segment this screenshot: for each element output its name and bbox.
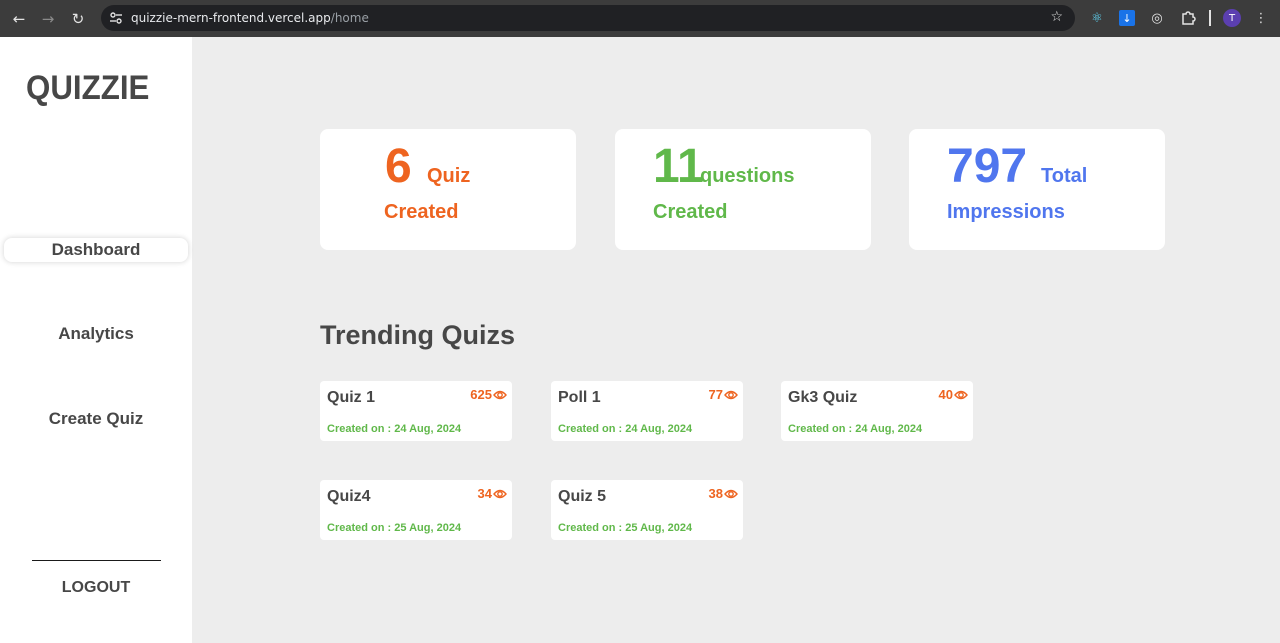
view-count: 38 [708,486,723,501]
app-logo: QUIZZIE [26,69,150,107]
browser-toolbar: ← → ↻ quizzie-mern-frontend.vercel.app/h… [0,0,1280,37]
logout-button[interactable]: LOGOUT [0,579,192,597]
eye-icon [724,489,738,498]
sidebar-item-dashboard[interactable]: Dashboard [4,238,188,262]
forward-arrow-icon[interactable]: → [39,0,57,37]
kebab-menu-icon[interactable]: ⋮ [1252,9,1270,27]
stat-number: 6 [385,140,412,193]
eye-icon [954,390,968,399]
back-arrow-icon[interactable]: ← [10,0,28,37]
quiz-name: Quiz 1 [327,389,376,406]
quiz-created-date: Created on : 24 Aug, 2024 [788,423,923,435]
profile-avatar[interactable]: T [1223,9,1241,27]
quiz-created-date: Created on : 25 Aug, 2024 [558,522,693,534]
view-count: 34 [477,486,492,501]
stat-subtitle: Created [384,201,459,223]
url-host: quizzie-mern-frontend.vercel.app [131,11,331,25]
quiz-created-date: Created on : 25 Aug, 2024 [327,522,462,534]
quiz-views: 38 [709,486,738,501]
quiz-name: Poll 1 [558,389,601,406]
trending-quizzes-heading: Trending Quizs [320,320,516,350]
stat-card-impressions: 797 Total Impressions [909,129,1165,250]
eye-icon [493,390,507,399]
sidebar: QUIZZIE Dashboard Analytics Create Quiz … [0,37,192,643]
stat-unit: Total [1041,165,1088,187]
reload-icon[interactable]: ↻ [69,0,87,37]
view-count: 40 [938,387,953,402]
stat-number: 797 [947,140,1028,193]
quiz-created-date: Created on : 24 Aug, 2024 [327,423,462,435]
trending-quiz-card[interactable]: Gk3 Quiz 40 Created on : 24 Aug, 2024 [781,381,973,441]
quiz-views: 34 [478,486,507,501]
sidebar-item-analytics[interactable]: Analytics [0,324,192,344]
react-devtools-icon[interactable]: ⚛ [1088,9,1106,27]
eye-icon [724,390,738,399]
quiz-created-date: Created on : 24 Aug, 2024 [558,423,693,435]
eye-icon [493,489,507,498]
address-bar[interactable]: quizzie-mern-frontend.vercel.app/home ☆ [101,5,1075,31]
quiz-name: Quiz 5 [558,488,607,505]
trending-quiz-card[interactable]: Quiz 5 38 Created on : 25 Aug, 2024 [551,480,743,540]
stat-unit: questions [700,165,795,187]
sidebar-item-create-quiz[interactable]: Create Quiz [0,409,192,429]
stat-subtitle: Impressions [947,201,1065,223]
download-extension-icon[interactable]: ↓ [1119,10,1135,26]
quiz-views: 40 [939,387,968,402]
quiz-views: 77 [709,387,738,402]
bookmark-star-icon[interactable]: ☆ [1050,9,1063,25]
stat-card-quizzes: 6 Quiz Created [320,129,576,250]
stat-number: 11 [653,140,704,193]
quiz-name: Gk3 Quiz [788,389,858,406]
view-count: 77 [708,387,723,402]
quiz-name: Quiz4 [327,488,371,505]
url-path: /home [330,11,369,25]
stat-card-questions: 11 questions Created [615,129,871,250]
stat-subtitle: Created [653,201,728,223]
sidebar-divider [32,560,161,561]
trending-quiz-card[interactable]: Quiz4 34 Created on : 25 Aug, 2024 [320,480,512,540]
view-count: 625 [470,387,492,402]
site-settings-icon[interactable] [109,10,123,26]
extensions-puzzle-icon[interactable] [1179,9,1197,27]
stat-unit: Quiz [427,165,471,187]
trending-quiz-card[interactable]: Poll 1 77 Created on : 24 Aug, 2024 [551,381,743,441]
url-text: quizzie-mern-frontend.vercel.app/home [131,5,369,31]
trending-quiz-card[interactable]: Quiz 1 625 Created on : 24 Aug, 2024 [320,381,512,441]
toolbar-divider [1209,10,1211,26]
quiz-views: 625 [470,387,507,402]
target-extension-icon[interactable]: ◎ [1148,9,1166,27]
